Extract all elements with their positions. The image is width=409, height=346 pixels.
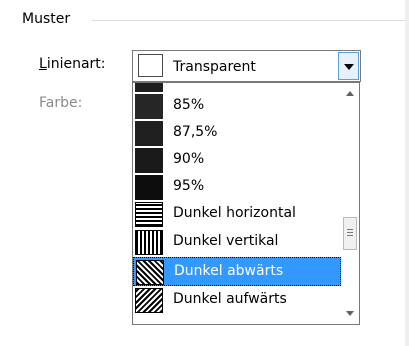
list-item-label: Dunkel vertikal bbox=[173, 233, 279, 249]
list-item-label: 87,5% bbox=[173, 124, 218, 140]
group-title-muster: Muster bbox=[22, 11, 71, 27]
list-item-label: 85% bbox=[173, 97, 205, 113]
list-item-label: Dunkel horizontal bbox=[173, 205, 296, 221]
arrow-up-icon[interactable] bbox=[341, 83, 359, 103]
group-divider bbox=[92, 20, 405, 21]
linienart-dropdown-list[interactable]: 85% 87,5% 90% 95% Dunkel horizontal Dunk… bbox=[132, 82, 360, 325]
chevron-down-icon[interactable] bbox=[338, 52, 359, 80]
pattern-swatch bbox=[135, 175, 163, 200]
vertical-scrollbar[interactable] bbox=[341, 83, 359, 324]
pattern-swatch bbox=[135, 230, 163, 255]
pattern-swatch bbox=[135, 121, 163, 146]
list-item-90[interactable]: 90% bbox=[133, 146, 341, 175]
list-item-label: Dunkel abwärts bbox=[174, 263, 284, 279]
pattern-swatch bbox=[135, 288, 163, 313]
linienart-label: Linienart: bbox=[39, 56, 106, 72]
list-item-dunkel-horizontal[interactable]: Dunkel horizontal bbox=[133, 200, 341, 229]
list-item-85[interactable]: 85% bbox=[133, 92, 341, 121]
list-item-label: 95% bbox=[173, 178, 205, 194]
pattern-swatch bbox=[135, 94, 163, 119]
pattern-swatch bbox=[136, 260, 164, 285]
window-edge bbox=[405, 0, 409, 346]
farbe-label: Farbe: bbox=[39, 95, 83, 111]
list-item-dunkel-abwaerts[interactable]: Dunkel abwärts bbox=[133, 257, 341, 286]
combo-swatch bbox=[138, 54, 163, 77]
linienart-label-rest: inienart: bbox=[46, 56, 106, 72]
arrow-down-icon[interactable] bbox=[341, 304, 359, 324]
scroll-thumb[interactable] bbox=[343, 217, 357, 250]
list-item-87-5[interactable]: 87,5% bbox=[133, 119, 341, 148]
linienart-combobox[interactable]: Transparent bbox=[132, 50, 361, 82]
pattern-swatch bbox=[135, 83, 163, 92]
pattern-swatch bbox=[135, 202, 163, 227]
pattern-swatch bbox=[135, 148, 163, 173]
list-item-dunkel-aufwaerts[interactable]: Dunkel aufwärts bbox=[133, 286, 341, 315]
pattern-panel: Muster Linienart: Farbe: Transparent 85%… bbox=[0, 0, 405, 346]
linienart-mnemonic: L bbox=[39, 56, 47, 72]
list-item-label: Dunkel aufwärts bbox=[173, 291, 287, 307]
list-item-95[interactable]: 95% bbox=[133, 173, 341, 202]
list-item-label: 90% bbox=[173, 151, 205, 167]
combo-value: Transparent bbox=[173, 59, 256, 75]
dropdown-items: 85% 87,5% 90% 95% Dunkel horizontal Dunk… bbox=[133, 83, 341, 324]
list-item-dunkel-vertikal[interactable]: Dunkel vertikal bbox=[133, 228, 341, 257]
